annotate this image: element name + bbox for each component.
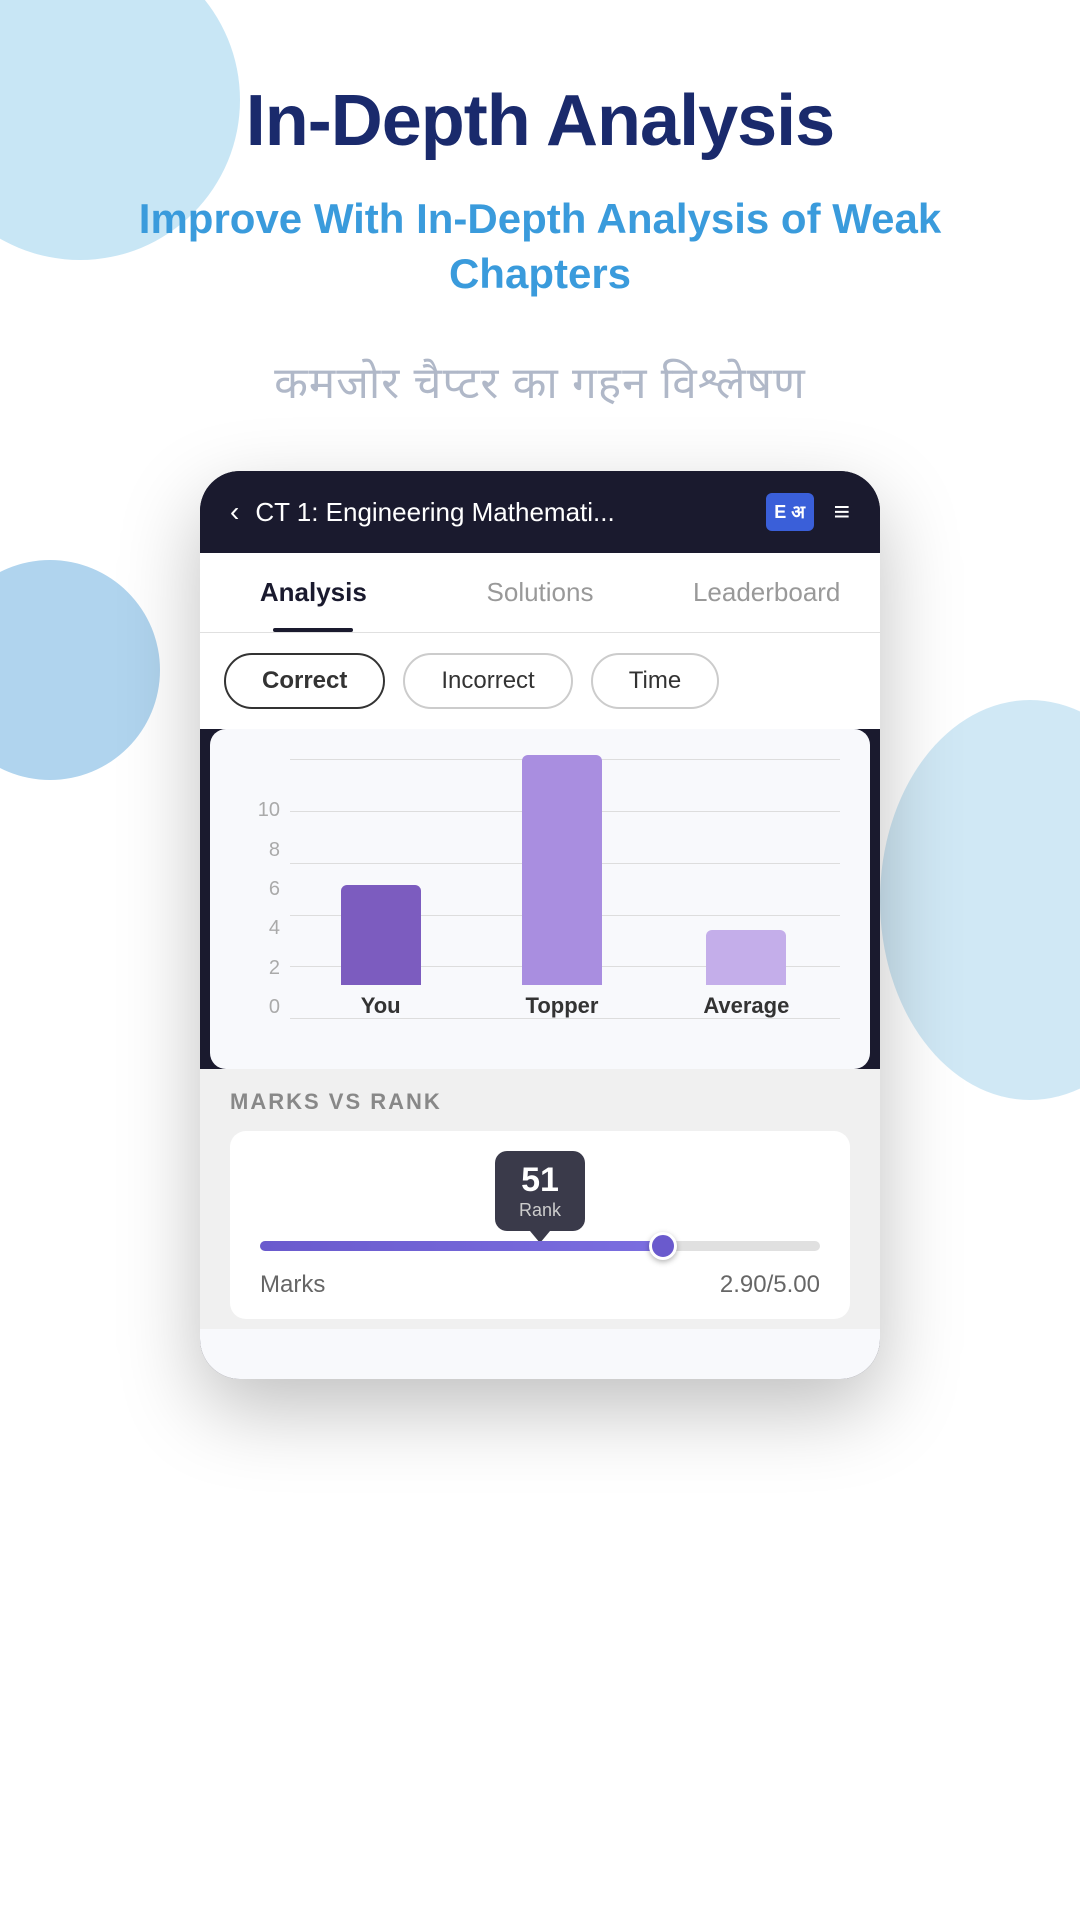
chart-container: 0 2 4 6 8 10 (240, 759, 840, 1059)
hindi-subtitle: कमजोर चैप्टर का गहन विश्लेषण (274, 351, 806, 411)
y-label-4: 4 (240, 917, 290, 940)
bar-group-average: Average (703, 930, 789, 1019)
bottom-space (200, 1329, 880, 1379)
slider-area (260, 1241, 820, 1251)
chart-grid: You Topper Average (290, 759, 840, 1059)
back-button[interactable]: ‹ (230, 496, 239, 528)
rank-number: 51 (517, 1161, 563, 1200)
bar-topper (522, 755, 602, 985)
marks-vs-rank-title: MARKS VS RANK (230, 1089, 850, 1115)
menu-icon[interactable]: ≡ (834, 496, 850, 528)
y-label-0: 0 (240, 996, 290, 1019)
tab-solutions[interactable]: Solutions (427, 553, 654, 632)
topbar: ‹ CT 1: Engineering Mathemati... E अ ≡ (200, 471, 880, 553)
rank-badge: 51 Rank (495, 1151, 585, 1231)
filter-incorrect[interactable]: Incorrect (403, 653, 572, 709)
main-title: In-Depth Analysis (246, 80, 834, 162)
y-axis: 0 2 4 6 8 10 (240, 799, 290, 1059)
slider-fill (260, 1241, 663, 1251)
topbar-title: CT 1: Engineering Mathemati... (255, 497, 749, 528)
filter-correct[interactable]: Correct (224, 653, 385, 709)
subtitle: Improve With In-Depth Analysis of Weak C… (0, 192, 1080, 301)
bar-group-you: You (341, 885, 421, 1019)
filter-time[interactable]: Time (591, 653, 719, 709)
marks-section: MARKS VS RANK 51 Rank Marks 2 (200, 1069, 880, 1329)
bar-label-topper: Topper (526, 993, 599, 1019)
book-icon[interactable]: E अ (766, 493, 814, 531)
bar-label-average: Average (703, 993, 789, 1019)
bar-average (706, 930, 786, 985)
tabs-bar: Analysis Solutions Leaderboard (200, 553, 880, 633)
tab-leaderboard[interactable]: Leaderboard (653, 553, 880, 632)
y-label-10: 10 (240, 799, 290, 822)
slider-track[interactable] (260, 1241, 820, 1251)
tab-analysis[interactable]: Analysis (200, 553, 427, 632)
phone-mockup: ‹ CT 1: Engineering Mathemati... E अ ≡ A… (200, 471, 880, 1379)
marks-label: Marks (260, 1271, 325, 1299)
y-label-2: 2 (240, 957, 290, 980)
y-label-8: 8 (240, 839, 290, 862)
marks-value: 2.90/5.00 (720, 1271, 820, 1299)
slider-thumb[interactable] (649, 1232, 677, 1260)
chart-area: 0 2 4 6 8 10 (210, 729, 870, 1069)
marks-row: Marks 2.90/5.00 (260, 1271, 820, 1299)
rank-label: Rank (519, 1200, 561, 1220)
topbar-icons: E अ ≡ (766, 493, 850, 531)
bar-label-you: You (361, 993, 401, 1019)
bars-row: You Topper Average (290, 759, 840, 1019)
bar-you (341, 885, 421, 985)
bar-group-topper: Topper (522, 755, 602, 1019)
marks-card: 51 Rank Marks 2.90/5.00 (230, 1131, 850, 1319)
filter-bar: Correct Incorrect Time (200, 633, 880, 729)
y-label-6: 6 (240, 878, 290, 901)
